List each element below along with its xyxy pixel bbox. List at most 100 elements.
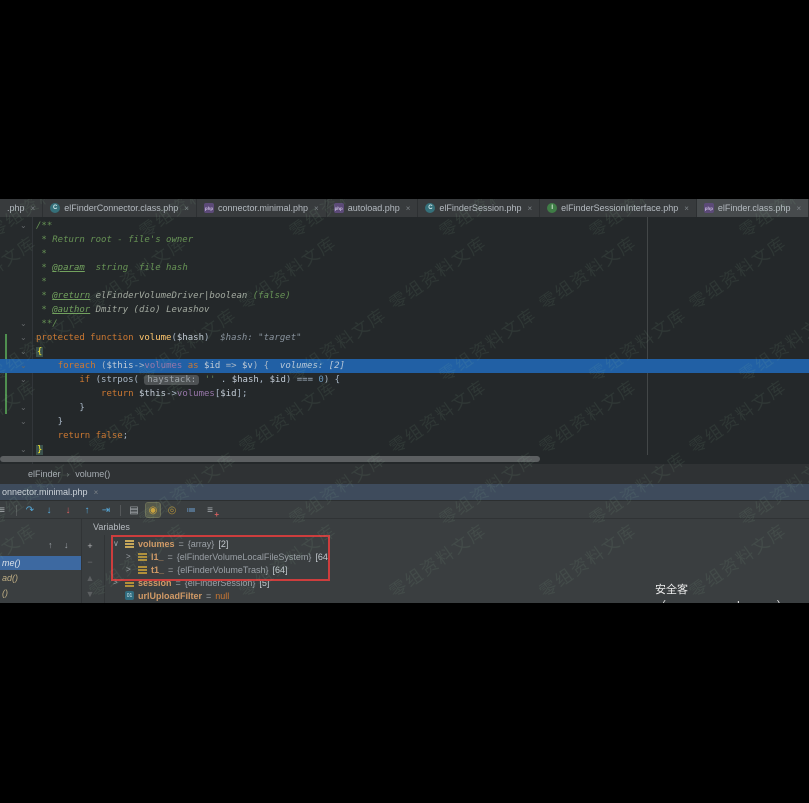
step-out-icon[interactable]: ↑ — [80, 503, 94, 517]
code-token: foreach — [58, 361, 96, 371]
fold-marker-icon[interactable]: ⌄ — [20, 376, 27, 384]
frames-panel: ↑ ↓ me()ad()() — [0, 519, 81, 603]
breadcrumb-item-class[interactable]: elFinder — [28, 469, 61, 479]
code-line: } — [36, 401, 809, 415]
fold-marker-icon[interactable]: ⌄ — [20, 362, 27, 370]
code-token: $this — [106, 361, 133, 371]
add-watch-button[interactable]: + — [84, 540, 96, 552]
code-token: @return — [52, 291, 90, 301]
code-token: @author — [52, 305, 90, 315]
remove-watch-button[interactable]: − — [84, 556, 96, 568]
frame-up-icon[interactable]: ↑ — [48, 540, 53, 550]
php-file-icon: php — [334, 203, 344, 213]
variable-row[interactable]: 01urlUploadFilter=null — [113, 589, 229, 602]
close-icon[interactable]: × — [684, 204, 689, 213]
code-token: (strpos( — [90, 375, 144, 385]
tab-label: autoload.php — [348, 203, 400, 213]
horizontal-scrollbar-thumb[interactable] — [0, 456, 540, 462]
code-line: if (strpos( haystack: '' . $hash, $id) =… — [36, 373, 809, 387]
fold-marker-icon[interactable]: ⌄ — [20, 348, 27, 356]
view-as-grid-icon[interactable]: ▤ — [127, 503, 141, 517]
breadcrumb: elFinder › volume() — [0, 464, 809, 484]
code-token: -> — [166, 389, 177, 399]
frame-down-icon[interactable]: ↓ — [64, 540, 69, 550]
code-token: string file hash — [85, 263, 188, 273]
close-icon[interactable]: × — [314, 204, 319, 213]
variable-name: urlUploadFilter — [138, 591, 202, 601]
code-token: $hash: "target" — [220, 333, 301, 343]
threads-list-icon[interactable]: ≡ — [0, 503, 9, 517]
force-step-into-icon[interactable]: ↓ — [61, 503, 75, 517]
add-to-watches-icon[interactable]: ≡+ — [203, 503, 217, 517]
code-token: '' — [205, 375, 216, 385]
tab-autoload-php[interactable]: php autoload.php × — [327, 199, 419, 217]
fold-marker-icon[interactable]: ⌄ — [20, 320, 27, 328]
variables-panel-title: Variables — [93, 522, 130, 532]
code-token: $hash — [177, 333, 204, 343]
tab-elfinder-class-php[interactable]: phpelFinder.class.php× — [697, 199, 809, 217]
code-token: return — [101, 389, 134, 399]
mute-breakpoints-icon[interactable]: ◎ — [165, 503, 179, 517]
close-icon[interactable]: × — [406, 204, 411, 213]
code-line: return $this->volumes[$id]; — [36, 387, 809, 401]
close-icon[interactable]: × — [796, 204, 801, 213]
code-token: false — [96, 431, 123, 441]
fold-marker-icon[interactable]: ⌄ — [20, 446, 27, 454]
stack-frame-row[interactable]: ad() — [0, 571, 81, 585]
variable-value: null — [215, 591, 229, 601]
evaluate-expression-icon[interactable]: ◉ — [146, 503, 160, 517]
close-icon[interactable]: × — [31, 204, 36, 213]
code-token: } — [36, 417, 63, 427]
panel-divider — [81, 519, 82, 603]
code-token: ( — [96, 361, 107, 371]
tab-label: elFinder.class.php — [718, 203, 791, 213]
code-token: volumes — [177, 389, 215, 399]
tab-connector-minimal-php[interactable]: phpconnector.minimal.php× — [197, 199, 327, 217]
fold-marker-icon[interactable]: ⌄ — [20, 418, 27, 426]
show-types-icon[interactable]: ≔ — [184, 503, 198, 517]
debug-tab-label: onnector.minimal.php — [2, 487, 88, 497]
fold-marker-icon[interactable]: ⌄ — [20, 404, 27, 412]
fold-marker-icon[interactable]: ⌄ — [20, 334, 27, 342]
breadcrumb-item-method[interactable]: volume() — [75, 469, 110, 479]
tab-elfinderconnector-class-php[interactable]: CelFinderConnector.class.php× — [43, 199, 197, 217]
code-token: * — [36, 263, 52, 273]
code-token: volumes — [144, 361, 182, 371]
code-token — [36, 389, 101, 399]
tab--php[interactable]: .php× — [0, 199, 43, 217]
code-token — [36, 361, 58, 371]
close-icon[interactable]: × — [527, 204, 532, 213]
code-token: $this — [139, 389, 166, 399]
code-token: return — [58, 431, 91, 441]
tab-elfindersessioninterface-php[interactable]: IelFinderSessionInterface.php× — [540, 199, 697, 217]
debug-toolwindow-tab[interactable]: onnector.minimal.php × — [0, 484, 809, 500]
code-line: * @author Dmitry (dio) Levashov — [36, 303, 809, 317]
move-down-button[interactable]: ▼ — [84, 588, 96, 600]
code-line: foreach ($this->volumes as $id => $v) { … — [36, 359, 809, 373]
tab-elfindersession-php[interactable]: CelFinderSession.php× — [418, 199, 540, 217]
move-up-button[interactable]: ▲ — [84, 572, 96, 584]
code-token: if — [79, 375, 90, 385]
step-over-icon[interactable]: ↷ — [23, 503, 37, 517]
interface-file-icon: I — [547, 203, 557, 213]
code-token: ) { — [253, 361, 269, 371]
code-token — [209, 333, 220, 343]
step-into-icon[interactable]: ↓ — [42, 503, 56, 517]
code-editor[interactable]: /** * Return root - file's owner * * @pa… — [0, 217, 809, 464]
code-token: * — [36, 249, 47, 259]
fold-marker-icon[interactable]: ⌄ — [20, 222, 27, 230]
code-token: ]; — [237, 389, 248, 399]
debug-panel-body: Variables ↑ ↓ me()ad()() +−▲▼ ∨volumes={… — [0, 518, 809, 603]
annotation-red-box — [111, 535, 330, 581]
toolbar-separator — [120, 505, 121, 516]
code-token: * — [36, 305, 52, 315]
stack-frame-row[interactable]: me() — [0, 556, 81, 570]
code-line: { — [36, 345, 809, 359]
stack-frame-row[interactable]: () — [0, 586, 81, 600]
site-watermark: 安全客（www.anquanke.com） — [655, 581, 809, 603]
close-icon[interactable]: × — [184, 204, 189, 213]
code-token: (false) — [253, 291, 291, 301]
tab-label: elFinderSession.php — [439, 203, 521, 213]
close-icon[interactable]: × — [94, 488, 99, 497]
run-to-cursor-icon[interactable]: ⇥ — [99, 503, 113, 517]
